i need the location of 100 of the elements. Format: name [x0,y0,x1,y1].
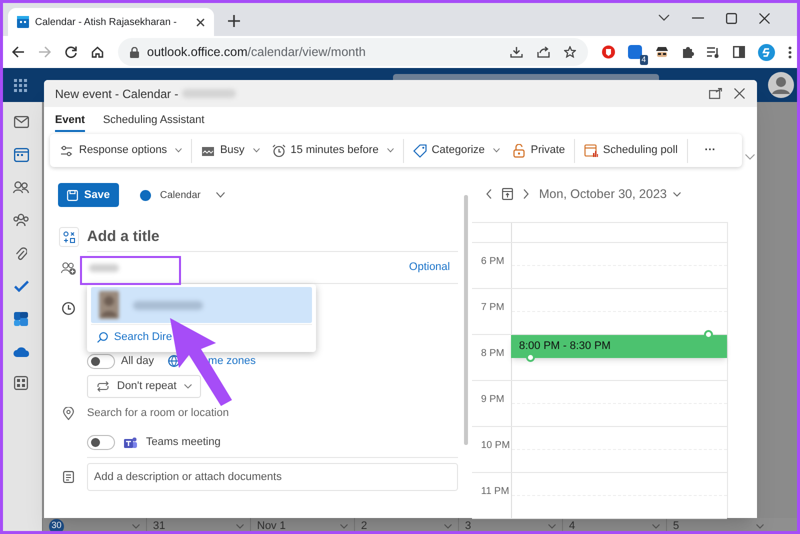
title-field[interactable]: Add a title [87,222,458,252]
back-icon[interactable] [12,46,25,58]
extension-button[interactable] [628,45,642,59]
hour-label: 11 PM [481,486,510,497]
avatar-icon[interactable] [768,72,794,98]
checkmark-icon[interactable] [14,280,28,292]
date-picker[interactable]: Mon, October 30, 2023 [539,184,681,204]
blurred-name [133,300,203,310]
notes-icon [63,471,74,483]
chevron-down-icon [216,192,225,198]
hour-label: 6 PM [481,256,504,267]
chevron-down-icon[interactable] [658,14,670,22]
sliders-icon [60,144,74,158]
cloud-icon[interactable] [12,346,30,357]
all-day-label: All day [121,354,154,369]
close-icon[interactable] [759,12,770,24]
location-field[interactable]: Search for a room or location [87,398,458,428]
new-tab-icon[interactable] [228,15,240,27]
date-label: 3 [465,520,472,532]
teams-icon [124,436,137,448]
calendar-icon[interactable] [14,147,28,162]
mail-icon[interactable] [14,116,28,128]
sidebar-icon[interactable] [733,46,745,58]
hour-label: 8 PM [481,348,504,359]
teams-meeting-label: Teams meeting [146,435,221,450]
repeat-icon [96,381,110,392]
circle-logo-icon[interactable] [758,44,775,60]
browser-tab[interactable]: Calendar - Atish Rajasekharan - [8,8,214,36]
reload-icon[interactable] [65,46,77,58]
address-bar[interactable]: outlook.office.com/calendar/view/month [118,38,588,66]
today-icon[interactable] [502,188,513,200]
spy-icon[interactable] [655,46,669,58]
close-icon[interactable] [196,18,205,26]
chevron-down-icon [184,384,192,389]
kebab-menu-icon[interactable] [788,46,792,58]
date-label: 31 [153,520,166,532]
optional-link[interactable]: Optional [409,259,450,276]
blurred-text [89,264,119,272]
chevron-right-icon[interactable] [523,189,529,199]
app-launcher-icon[interactable] [14,78,27,92]
toolbar-button[interactable]: Categorize [412,142,500,159]
pop-out-icon[interactable] [709,88,722,99]
hour-label: 10 PM [481,440,510,451]
calendar-favicon-icon [17,16,29,28]
event-block[interactable]: 8:00 PM - 8:30 PM [511,335,727,358]
toolbar-button[interactable]: Busy [201,142,260,159]
calendar-picker[interactable]: Calendar [140,188,225,202]
toolbar-button[interactable]: Private [512,142,566,159]
globe-icon[interactable] [168,355,180,367]
date-label: 2 [361,520,368,532]
toolbar-button[interactable]: Scheduling poll [584,142,678,159]
puzzle-icon[interactable] [682,46,694,58]
people-icon[interactable] [13,181,29,194]
close-icon[interactable] [734,88,745,99]
paperclip-icon[interactable] [15,246,27,261]
save-icon [67,190,78,200]
scrollbar[interactable] [464,195,468,445]
groups-icon[interactable] [13,213,29,227]
tab-title: Calendar - Atish Rajasekharan - [35,16,178,30]
toolbar-button[interactable]: Response options [60,142,182,159]
suggested-contact[interactable] [91,287,312,323]
tab[interactable]: Scheduling Assistant [102,110,204,132]
toolbar-button[interactable]: 15 minutes before [272,142,394,159]
chevron-left-icon[interactable] [486,189,492,199]
chevron-down-icon [672,192,681,196]
url-text: outlook.office.com/calendar/view/month [147,44,366,61]
download-icon[interactable] [510,46,523,58]
interlocked-squares-icon[interactable] [13,311,29,327]
tag-icon [412,144,427,158]
time-zones-link[interactable]: me zones [208,352,256,370]
star-icon[interactable] [564,46,576,58]
dialog-title: New event - Calendar - [55,86,180,102]
resize-handle[interactable] [704,330,713,339]
repeat-dropdown[interactable]: Don't repeat [87,375,201,398]
share-icon[interactable] [537,46,550,58]
date-label: 5 [673,520,680,532]
minimize-icon[interactable] [692,17,704,19]
toolbar-button[interactable]: ··· [696,142,724,159]
search-icon [97,332,108,343]
description-field[interactable]: Add a description or attach documents [87,463,458,491]
shapes-icon [62,231,74,243]
lock-icon [130,46,139,58]
alarm-clock-icon [272,144,286,158]
media-list-icon[interactable] [707,46,720,58]
toggle-switch[interactable] [87,435,115,450]
save-button[interactable]: Save [58,183,119,207]
date-label: Nov 1 [257,520,286,532]
toggle-switch[interactable] [87,354,115,368]
add-people-icon [61,262,76,274]
home-icon[interactable] [91,46,104,58]
tab[interactable]: Event [55,110,85,132]
calendar-chart-icon [584,144,598,158]
title-icon-button[interactable] [58,227,78,247]
padlock-icon [512,144,526,158]
clock-icon [62,302,75,315]
maximize-icon[interactable] [726,12,737,24]
hour-label: 7 PM [481,302,504,313]
apps-icon[interactable] [14,376,28,390]
shield-icon[interactable] [602,45,615,59]
resize-handle[interactable] [526,353,535,362]
